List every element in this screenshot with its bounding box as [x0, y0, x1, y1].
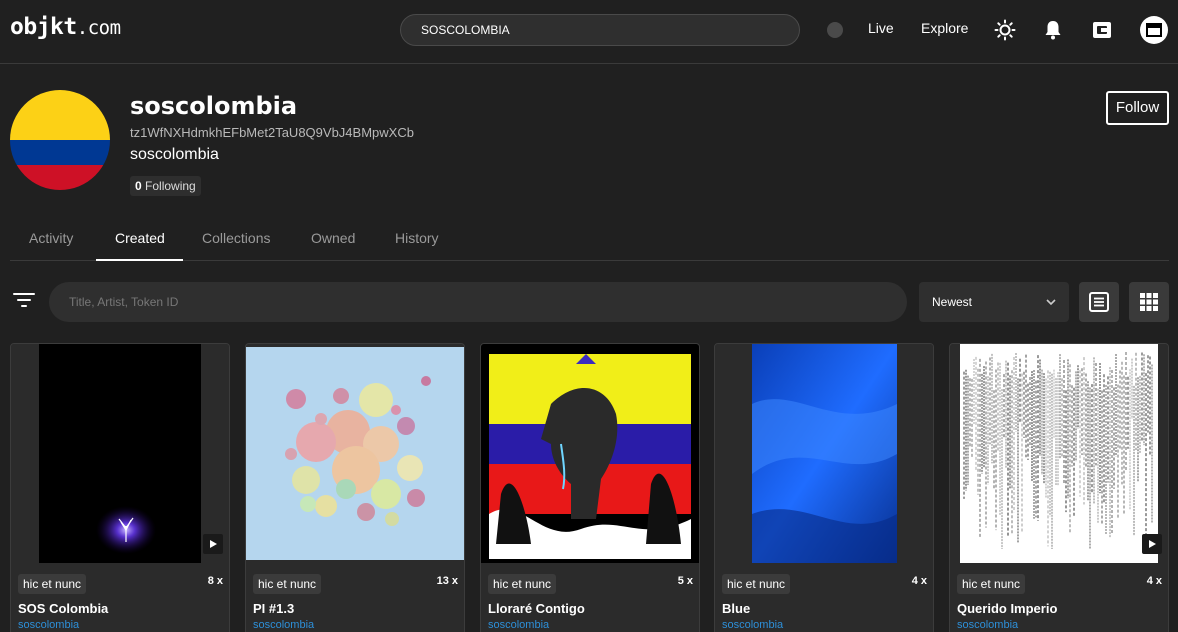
top-header: objkt.com SOSCOLOMBIA Live Explore	[0, 0, 1178, 64]
tab-created[interactable]: Created	[115, 230, 165, 246]
wallet-icon[interactable]	[1089, 17, 1115, 43]
video-play-icon[interactable]	[1142, 534, 1162, 554]
wallet-address[interactable]: tz1WfNXHdmkhEFbMet2TaU8Q9VbJ4BMpwXCb	[130, 125, 414, 140]
token-title[interactable]: Blue	[722, 601, 750, 616]
grid-view-icon	[1140, 293, 1158, 311]
token-search-input[interactable]: Title, Artist, Token ID	[49, 282, 907, 322]
profile-name: soscolombia	[130, 92, 298, 120]
profile-alias: soscolombia	[130, 146, 219, 163]
grid-view-button[interactable]	[1129, 282, 1169, 322]
token-card[interactable]: hic et nunc 8 x SOS Colombia soscolombia	[10, 343, 230, 632]
following-count: 0	[135, 179, 142, 193]
token-card[interactable]: hic et nunc 4 x Querido Imperio soscolom…	[949, 343, 1169, 632]
edition-count: 5 x	[677, 575, 693, 587]
platform-badge: hic et nunc	[253, 574, 322, 594]
sun-icon[interactable]	[992, 17, 1018, 43]
token-thumbnail[interactable]	[11, 344, 229, 563]
follow-button[interactable]: Follow	[1106, 91, 1169, 125]
edition-count: 4 x	[911, 575, 927, 587]
active-tab-indicator	[96, 259, 183, 261]
token-title[interactable]: SOS Colombia	[18, 601, 108, 616]
live-indicator-icon	[827, 22, 843, 38]
token-artist[interactable]: soscolombia	[253, 619, 314, 631]
token-card[interactable]: hic et nunc 5 x Lloraré Contigo soscolom…	[480, 343, 700, 632]
edition-count: 8 x	[207, 575, 223, 587]
profile-avatar	[10, 90, 110, 190]
tab-owned[interactable]: Owned	[311, 230, 355, 246]
platform-badge: hic et nunc	[18, 574, 87, 594]
token-artist[interactable]: soscolombia	[957, 619, 1018, 631]
platform-badge: hic et nunc	[722, 574, 791, 594]
nav-live-link[interactable]: Live	[868, 20, 894, 36]
token-artist[interactable]: soscolombia	[18, 619, 79, 631]
video-play-icon[interactable]	[203, 534, 223, 554]
token-thumbnail[interactable]	[481, 344, 699, 563]
list-view-icon	[1089, 292, 1109, 312]
token-artist[interactable]: soscolombia	[488, 619, 549, 631]
token-title[interactable]: Querido Imperio	[957, 601, 1057, 616]
account-icon[interactable]	[1140, 16, 1168, 44]
list-view-button[interactable]	[1079, 282, 1119, 322]
platform-badge: hic et nunc	[488, 574, 557, 594]
logo-main-text: objkt	[10, 14, 77, 40]
site-logo[interactable]: objkt.com	[10, 14, 121, 40]
token-title[interactable]: PI #1.3	[253, 601, 294, 616]
platform-badge: hic et nunc	[957, 574, 1026, 594]
token-thumbnail[interactable]	[246, 344, 464, 563]
filter-icon[interactable]	[12, 288, 36, 312]
logo-suffix-text: .com	[76, 17, 121, 39]
token-title[interactable]: Lloraré Contigo	[488, 601, 585, 616]
nav-explore-link[interactable]: Explore	[921, 20, 968, 36]
bell-icon[interactable]	[1040, 17, 1066, 43]
token-thumbnail[interactable]	[950, 344, 1168, 563]
profile-tabs: Activity Created Collections Owned Histo…	[10, 222, 1169, 261]
tab-collections[interactable]: Collections	[202, 230, 270, 246]
global-search-input[interactable]: SOSCOLOMBIA	[400, 14, 800, 46]
sort-select[interactable]: Newest	[919, 282, 1069, 322]
token-card[interactable]: hic et nunc 13 x PI #1.3 soscolombia	[245, 343, 465, 632]
tab-history[interactable]: History	[395, 230, 439, 246]
tab-activity[interactable]: Activity	[29, 230, 73, 246]
following-count-badge[interactable]: 0 Following	[130, 176, 201, 196]
edition-count: 4 x	[1146, 575, 1162, 587]
token-artist[interactable]: soscolombia	[722, 619, 783, 631]
sort-value: Newest	[932, 295, 973, 309]
edition-count: 13 x	[436, 575, 458, 587]
token-card[interactable]: hic et nunc 4 x Blue soscolombia	[714, 343, 934, 632]
token-thumbnail[interactable]	[715, 344, 933, 563]
chevron-down-icon	[1046, 299, 1056, 306]
following-label: Following	[145, 179, 196, 193]
